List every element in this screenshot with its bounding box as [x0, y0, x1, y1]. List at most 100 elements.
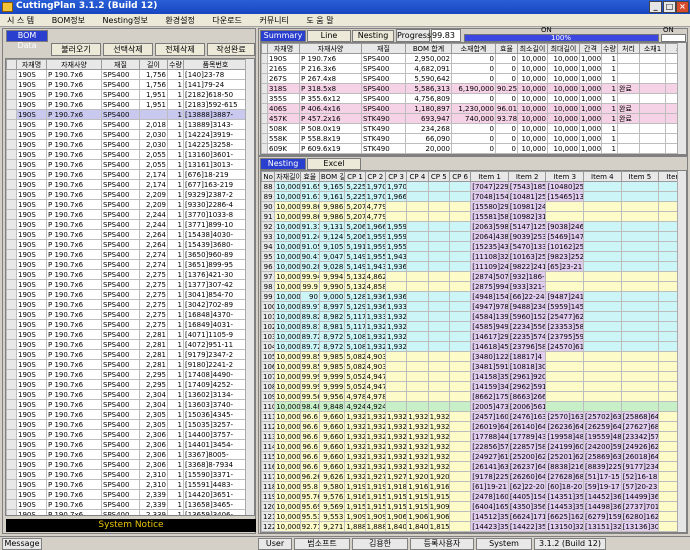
bom-row[interactable]: 190S P 190.7x6 SPS400 2,281 1 [4072]951-11: [6, 339, 248, 350]
bom-row[interactable]: 190S P 190.7x6 SPS400 1,756 1 [140]23-78: [6, 69, 248, 80]
summary-row[interactable]: 267S P 267.4x8 SPS400 5,590,642 0 0 10,000 10,0…: [261, 73, 686, 84]
bom-row[interactable]: 190S P 190.7x6 SPS400 2,209 1 [9330]2286-4: [6, 199, 248, 210]
nesting-row[interactable]: 12210,00092.719,2711,8881,8881,8401,8401…: [261, 521, 686, 532]
nesting-row[interactable]: 9710,00099.949,9945,1324,862 [2874]507-[9…: [261, 271, 686, 282]
bom-row[interactable]: 190S P 190.7x6 SPS400 2,209 1 [9329]2387-2: [6, 189, 248, 200]
bom-row[interactable]: 190S P 190.7x6 SPS400 2,274 1 [3650]960-89: [6, 249, 248, 260]
menu-settings[interactable]: 환경설정: [158, 14, 202, 26]
bom-row[interactable]: 190S P 190.7x6 SPS400 2,174 1 [676]18-219: [6, 169, 248, 180]
bom-row[interactable]: 190S P 190.7x6 SPS400 2,275 1 [1377]307-42: [6, 279, 248, 290]
nesting-row[interactable]: 10210,00089.818,9815,1171,9321,932[4585]…: [261, 321, 686, 332]
bom-scrollbar[interactable]: [245, 59, 254, 515]
bom-row[interactable]: 190S P 190.7x6 SPS400 2,305 1 [15035]3257-: [6, 419, 248, 430]
bom-row[interactable]: 190S P 190.7x6 SPS400 2,306 1 [3368]8-7934: [6, 459, 248, 470]
summary-row[interactable]: 318S P 318.5x8 SPS400 5,586,313 6,190,000 90.…: [261, 83, 686, 94]
menu-nesting[interactable]: Nesting정보: [96, 14, 156, 26]
nesting-row[interactable]: 11710,00096.269,6261,9321,9271,9271,9201…: [261, 471, 686, 482]
close-button[interactable]: ×: [676, 1, 689, 13]
bom-row[interactable]: 190S P 190.7x6 SPS400 2,310 1 [15591]4483-: [6, 479, 248, 490]
bom-row[interactable]: 190S P 190.7x6 SPS400 1,951 1 [2182]618-50: [6, 89, 248, 100]
bom-row[interactable]: 190S P 190.7x6 SPS400 2,030 1 [14225]3258-: [6, 139, 248, 150]
bom-row[interactable]: 190S P 190.7x6 SPS400 2,339 1 [13658]3465-: [6, 499, 248, 510]
bom-row[interactable]: 190S P 190.7x6 SPS400 2,275 1 [3041]854-70: [6, 289, 248, 300]
bom-row[interactable]: 190S P 190.7x6 SPS400 2,264 1 [15438]4030-: [6, 229, 248, 240]
bom-row[interactable]: 190S P 190.7x6 SPS400 2,295 1 [17408]4490-: [6, 369, 248, 380]
bom-row[interactable]: 190S P 190.7x6 SPS400 1 [13888]3887-: [6, 109, 248, 120]
nesting-row[interactable]: 11910,00095.769,5761,9161,9151,9151,9151…: [261, 491, 686, 502]
nesting-row[interactable]: 10410,00089.728,9725,1081,9321,932[14618…: [261, 341, 686, 352]
nesting-row[interactable]: 11810,00095.89,5801,9191,9191,9181,9161,…: [261, 481, 686, 492]
bom-row[interactable]: 190S P 190.7x6 SPS400 2,264 1 [15439]3680-: [6, 239, 248, 250]
summary-row[interactable]: 406S P 406.4x16 SPS400 1,180,897 1,230,000 96…: [261, 103, 686, 114]
nesting-row[interactable]: 9210,00091.319,1315,2061,9661,959 [2063]5…: [261, 221, 686, 232]
nesting-row[interactable]: 12010,00095.699,5691,9151,9151,9151,9151…: [261, 501, 686, 512]
bom-row[interactable]: 190S P 190.7x6 SPS400 2,339 1 [13659]3406-: [6, 509, 248, 515]
bom-row[interactable]: 190S P 190.7x6 SPS400 2,275 1 [1376]421-30: [6, 269, 248, 280]
tab-line-nesting[interactable]: Line Nesting: [307, 30, 351, 50]
load-button[interactable]: 불러오기: [51, 43, 101, 56]
nesting-row[interactable]: 11210,00096.69,6601,9321,9321,9321,9321,…: [261, 421, 686, 432]
nesting-scrollbar[interactable]: [677, 171, 686, 532]
menu-system[interactable]: 시 스 템: [0, 14, 42, 26]
nesting-row[interactable]: 11610,00096.69,6601,9321,9321,9321,9321,…: [261, 461, 686, 472]
nesting-row[interactable]: 10910,00099.569,9564,9784,978[8662]1755-…: [261, 391, 686, 402]
summary-row[interactable]: 558K P 558.8x19 STK490 66,090 0 0 10,000 10,000…: [261, 133, 686, 144]
bom-row[interactable]: 190S P 190.7x6 SPS400 2,306 1 [14400]3757-: [6, 429, 248, 440]
summary-row[interactable]: 508K P 508.0x19 STK490 234,268 0 0 10,000 10,00…: [261, 123, 686, 134]
nesting-row[interactable]: 11010,00098.489,8484,9244,924[2005]473-[…: [261, 401, 686, 412]
bom-row[interactable]: 190S P 190.7x6 SPS400 2,304 1 [13602]3134-: [6, 389, 248, 400]
tab-summary-data[interactable]: Summary Data: [260, 30, 306, 50]
maximize-button[interactable]: □: [663, 1, 676, 13]
bom-row[interactable]: 190S P 190.7x6 SPS400 2,030 1 [14224]3919-: [6, 129, 248, 140]
nesting-row[interactable]: 9910,000909,0005,1281,9361,936[4948]1546…: [261, 291, 686, 302]
summary-row[interactable]: 216S P 216.3x6 SPS400 4,682,091 0 0 10,000 10,0…: [261, 63, 686, 74]
bom-row[interactable]: 190S P 190.7x6 SPS400 2,275 1 [16848]4370-: [6, 309, 248, 320]
summary-row[interactable]: 609K P 609.6x19 STK490 20,000 0 0 10,000 10,000…: [261, 143, 686, 154]
nesting-row[interactable]: 9310,00091.249,1245,2061,9591,959[2064]4…: [261, 231, 686, 242]
nesting-row[interactable]: 11310,00096.69,6601,9321,9321,9321,9321,…: [261, 431, 686, 442]
minimize-button[interactable]: _: [649, 1, 662, 13]
summary-scrollbar[interactable]: [677, 43, 686, 154]
summary-grid[interactable]: 자재명자재사양재질BOM 합계소재합계효율최소길이최대길이간격수량처리소재1소재…: [260, 42, 687, 155]
nesting-row[interactable]: 10010,00089.978,9975,1291,9361,933 [4947]…: [261, 301, 686, 312]
nesting-row[interactable]: 10810,00099.999,9995,0524,947 [14159]3401…: [261, 381, 686, 392]
complete-button[interactable]: 작성완료: [207, 43, 255, 56]
bom-row[interactable]: 190S P 190.7x6 SPS400 2,274 1 [3651]899-95: [6, 259, 248, 270]
bom-row[interactable]: 190S P 190.7x6 SPS400 2,281 1 [9179]2347-2: [6, 349, 248, 360]
nesting-row[interactable]: 10510,00099.859,9855,0824,903 [3480]1228-…: [261, 351, 686, 362]
bom-row[interactable]: 190S P 190.7x6 SPS400 2,281 1 [4071]1105-9: [6, 329, 248, 340]
menu-community[interactable]: 커뮤니티: [252, 14, 296, 26]
menu-download[interactable]: 다운로드: [205, 14, 249, 26]
nesting-row[interactable]: 12110,00095.539,5531,9091,9091,9061,9061…: [261, 511, 686, 522]
nesting-row[interactable]: 12310,00050.245,0241,8151,6051,604 [13137…: [261, 531, 686, 532]
nesting-row[interactable]: 8810,00091.659,1655,2251,9701,970[7047]2…: [261, 181, 686, 192]
nesting-row[interactable]: 8910,00091.619,1615,2251,9701,966 [7048]1…: [261, 191, 686, 202]
bom-row[interactable]: 190S P 190.7x6 SPS400 2,275 1 [16849]4031-: [6, 319, 248, 330]
bom-row[interactable]: 190S P 190.7x6 SPS400 2,295 1 [17409]4252-: [6, 379, 248, 390]
bom-row[interactable]: 190S P 190.7x6 SPS400 2,281 1 [9180]2241-2: [6, 359, 248, 370]
nesting-grid[interactable]: No자재길이효율BOM 길이CP 1CP 2CP 3CP 4CP 5CP 6It…: [260, 170, 687, 533]
bom-row[interactable]: 190S P 190.7x6 SPS400 2,055 1 [13160]3601-: [6, 149, 248, 160]
nesting-row[interactable]: 10110,00089.828,9825,1171,9331,932 [4584]…: [261, 311, 686, 322]
menu-bom[interactable]: BOM정보: [45, 14, 93, 26]
tab-excel-download[interactable]: Excel DownLoad: [307, 158, 361, 178]
bom-row[interactable]: 190S P 190.7x6 SPS400 1,756 1 [141]79-24: [6, 79, 248, 90]
bom-row[interactable]: 190S P 190.7x6 SPS400 2,244 1 [3770]1033-8: [6, 209, 248, 220]
summary-row[interactable]: 355S P 355.6x12 SPS400 4,756,809 0 0 10,000 10,…: [261, 93, 686, 104]
delete-all-button[interactable]: 전체삭제: [155, 43, 205, 56]
bom-row[interactable]: 190S P 190.7x6 SPS400 2,055 1 [13161]3013-: [6, 159, 248, 170]
nesting-row[interactable]: 98 10,000 99.9 9,990 5,132 4,858 [2875]994- [93…: [261, 281, 686, 292]
bom-grid[interactable]: 자재명 자재사양 재질 길이 수량 품목번호 190S P 190.7x6 SPS400 1,7…: [5, 58, 255, 516]
tab-nesting-data[interactable]: Nesting Data: [260, 158, 306, 178]
nesting-row[interactable]: 11510,00096.69,6601,9321,9321,9321,9321,…: [261, 451, 686, 462]
bom-row[interactable]: 190S P 190.7x6 SPS400 2,306 1 [3367]8005-: [6, 449, 248, 460]
nesting-row[interactable]: 9410,00091.059,1055,1911,9591,955 [15235]…: [261, 241, 686, 252]
nesting-row[interactable]: 9510,00090.479,0475,1491,9551,943 [11108]…: [261, 251, 686, 262]
delete-selected-button[interactable]: 선택삭제: [103, 43, 153, 56]
nesting-row[interactable]: 9110,00099.869,9865,2074,779 [15581]581-[…: [261, 211, 686, 222]
nesting-row[interactable]: 10710,00099.999,9995,0524,947 [14158]3578…: [261, 371, 686, 382]
nesting-row[interactable]: 11410,00096.69,6601,9321,9321,9321,9321,…: [261, 441, 686, 452]
bom-row[interactable]: 190S P 190.7x6 SPS400 1,951 1 [2183]592-615: [6, 99, 248, 110]
bom-row[interactable]: 190S P 190.7x6 SPS400 2,018 1 [13889]3143-: [6, 119, 248, 130]
bom-row[interactable]: 190S P 190.7x6 SPS400 2,304 1 [13603]3740-: [6, 399, 248, 410]
